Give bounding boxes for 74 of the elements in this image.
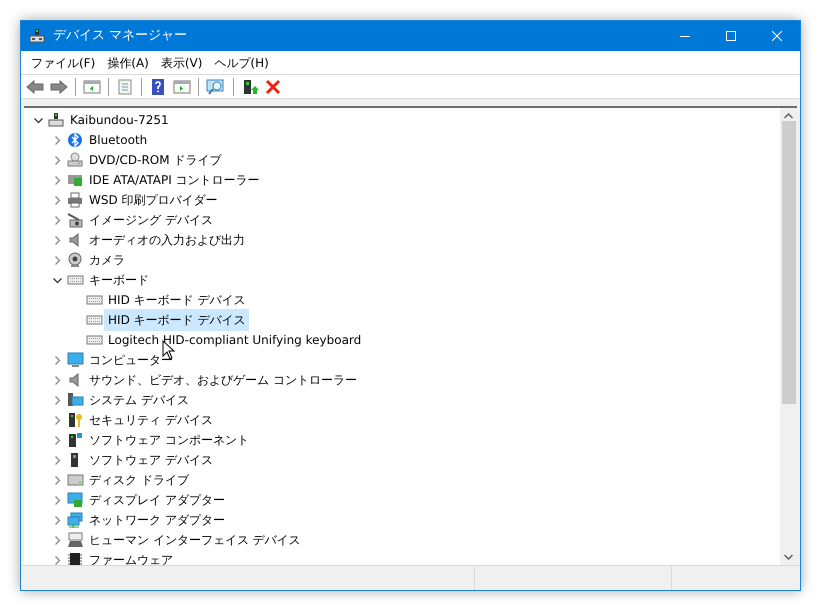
console-tree-button[interactable] bbox=[82, 78, 102, 96]
tree-item[interactable]: システム デバイス bbox=[85, 389, 193, 411]
scroll-up-icon[interactable] bbox=[784, 113, 793, 119]
network-icon bbox=[67, 512, 84, 528]
vertical-scrollbar[interactable] bbox=[780, 108, 797, 565]
menu-item[interactable]: ヘルプ(H) bbox=[208, 52, 275, 74]
forward-button[interactable] bbox=[49, 78, 69, 96]
expand-chevron-icon[interactable] bbox=[53, 436, 62, 444]
tree-item[interactable]: Bluetooth bbox=[85, 129, 152, 151]
tree-item[interactable]: ヒューマン インターフェイス デバイス bbox=[85, 529, 305, 551]
tree-item[interactable]: ディスク ドライブ bbox=[85, 469, 193, 491]
expand-chevron-icon[interactable] bbox=[53, 216, 62, 224]
tree-item[interactable]: DVD/CD-ROM ドライブ bbox=[85, 149, 226, 171]
tree-item[interactable]: ソフトウェア コンポーネント bbox=[85, 429, 253, 451]
menu-item[interactable]: 表示(V) bbox=[154, 52, 208, 74]
scanner-camera-icon bbox=[67, 212, 84, 228]
controller-card-icon bbox=[67, 172, 84, 188]
bluetooth-icon bbox=[67, 132, 84, 148]
expand-chevron-icon[interactable] bbox=[53, 376, 62, 384]
keyboard-gamepad-icon bbox=[67, 532, 84, 548]
display-adapter-icon bbox=[67, 492, 84, 508]
device-manager-icon bbox=[29, 28, 45, 44]
disc-drive-icon bbox=[67, 152, 84, 168]
chip-icon bbox=[67, 552, 84, 565]
tree-item[interactable]: オーディオの入力および出力 bbox=[85, 229, 249, 251]
window-title: デバイス マネージャー bbox=[53, 27, 188, 46]
tree-item[interactable]: ネットワーク アダプター bbox=[85, 509, 229, 531]
tree-item[interactable]: Logitech HID-compliant Unifying keyboard bbox=[104, 329, 366, 351]
tree-item[interactable]: Kaibundou-7251 bbox=[66, 109, 173, 131]
expand-chevron-icon[interactable] bbox=[53, 396, 62, 404]
expand-chevron-icon[interactable] bbox=[53, 416, 62, 424]
uninstall-button[interactable] bbox=[264, 78, 282, 96]
tree-item[interactable]: セキュリティ デバイス bbox=[85, 409, 217, 431]
system-computer-icon bbox=[67, 392, 84, 408]
expand-chevron-icon[interactable] bbox=[53, 456, 62, 464]
expand-chevron-icon[interactable] bbox=[53, 176, 62, 184]
menu-item[interactable]: ファイル(F) bbox=[25, 52, 102, 74]
expand-chevron-icon[interactable] bbox=[53, 356, 62, 364]
expand-chevron-icon[interactable] bbox=[53, 556, 62, 564]
tree-item[interactable]: ソフトウェア デバイス bbox=[85, 449, 217, 471]
expand-chevron-icon[interactable] bbox=[53, 196, 62, 204]
printer-icon bbox=[67, 192, 84, 208]
expand-chevron-icon[interactable] bbox=[53, 136, 62, 144]
tree-item[interactable]: イメージング デバイス bbox=[85, 209, 217, 231]
disk-drive-icon bbox=[67, 472, 84, 488]
tree-item[interactable]: HID キーボード デバイス bbox=[104, 289, 250, 311]
monitor-icon bbox=[67, 352, 84, 368]
expand-chevron-icon[interactable] bbox=[53, 476, 62, 484]
collapse-chevron-icon[interactable] bbox=[34, 116, 43, 124]
back-button[interactable] bbox=[25, 78, 45, 96]
tree-item[interactable]: IDE ATA/ATAPI コントローラー bbox=[85, 169, 264, 191]
expand-chevron-icon[interactable] bbox=[53, 536, 62, 544]
tree-item[interactable]: キーボード bbox=[85, 269, 153, 291]
menu-item[interactable]: 操作(A) bbox=[101, 52, 155, 74]
tree-item[interactable]: コンピューター bbox=[85, 349, 177, 371]
tree-item[interactable]: サウンド、ビデオ、およびゲーム コントローラー bbox=[85, 369, 361, 391]
tower-puzzle-icon bbox=[67, 432, 84, 448]
webcam-icon bbox=[67, 252, 84, 268]
expand-chevron-icon[interactable] bbox=[53, 516, 62, 524]
tree-item[interactable]: WSD 印刷プロバイダー bbox=[85, 189, 222, 211]
maximize-icon bbox=[726, 31, 736, 41]
expand-chevron-icon[interactable] bbox=[53, 156, 62, 164]
tree-item[interactable]: カメラ bbox=[85, 249, 129, 271]
tower-key-icon bbox=[67, 412, 84, 428]
expand-chevron-icon[interactable] bbox=[53, 496, 62, 504]
action-pane-button[interactable] bbox=[172, 78, 192, 96]
scroll-down-icon[interactable] bbox=[784, 554, 793, 560]
computer-tower-icon bbox=[48, 112, 65, 128]
tree-item[interactable]: ディスプレイ アダプター bbox=[85, 489, 229, 511]
tree-item[interactable]: HID キーボード デバイス bbox=[104, 309, 250, 331]
expand-chevron-icon[interactable] bbox=[53, 236, 62, 244]
close-icon bbox=[772, 31, 782, 41]
collapse-chevron-icon[interactable] bbox=[53, 276, 62, 284]
expand-chevron-icon[interactable] bbox=[53, 256, 62, 264]
